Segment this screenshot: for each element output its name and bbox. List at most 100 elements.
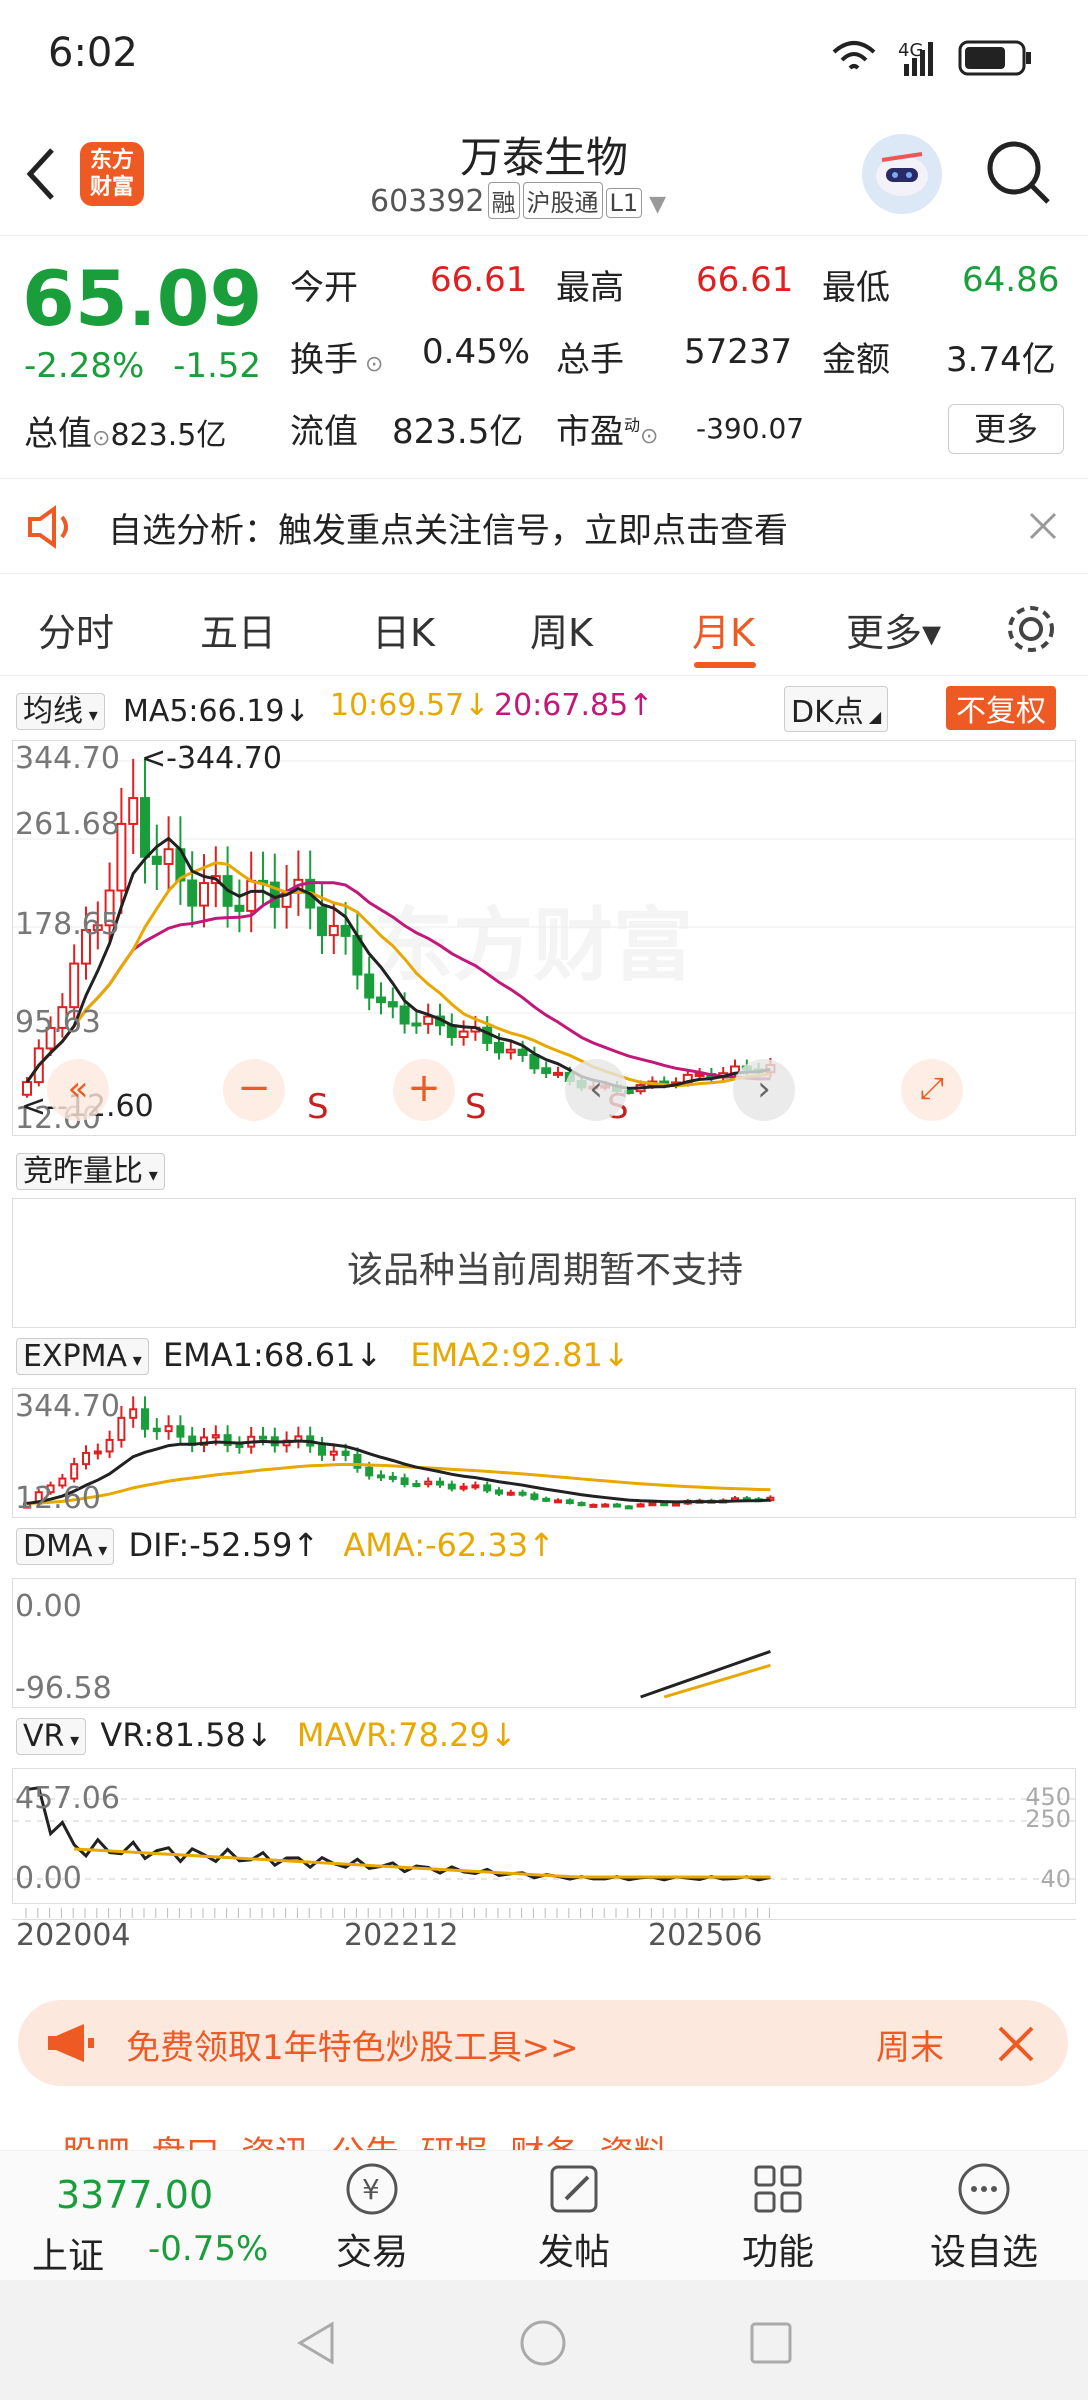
scroll-right-button[interactable]: › xyxy=(733,1059,795,1121)
amount-label: 金额 xyxy=(822,340,890,380)
ma-row: 均线 ▾ MA5:66.19↓ 10:69.57↓ 20:67.85↑ DK点 … xyxy=(16,686,1076,734)
scroll-left-button[interactable]: ‹ xyxy=(565,1059,627,1121)
auction-select[interactable]: 竞昨量比 ▾ xyxy=(16,1153,165,1190)
candle-body xyxy=(341,1450,350,1456)
expma-y-max: 344.70 xyxy=(15,1389,120,1424)
candle-body xyxy=(364,973,375,999)
scroll-left-fast-button[interactable]: « xyxy=(47,1059,109,1121)
candle-body xyxy=(340,924,351,937)
tab-monthly-k[interactable]: 月K xyxy=(692,602,755,657)
candle-body xyxy=(259,1435,267,1440)
notice-text: 自选分析：触发重点关注信号，立即点击查看 xyxy=(108,511,788,551)
vr-svg xyxy=(13,1786,1077,1882)
tag-level: L1 xyxy=(605,188,643,218)
candle-body xyxy=(318,1444,326,1456)
fullscreen-button[interactable]: ⤢ xyxy=(901,1059,963,1121)
wifi-icon xyxy=(832,41,876,70)
ema1-value: EMA1:68.61↓ xyxy=(162,1336,383,1374)
time-axis-ticks xyxy=(12,1904,1076,1920)
tab-daily-k[interactable]: 日K xyxy=(372,602,435,657)
more-button[interactable]: 更多 xyxy=(948,404,1064,454)
candle-body xyxy=(129,1408,138,1419)
ma-select[interactable]: 均线 ▾ xyxy=(16,693,105,730)
dma-y-max: 0.00 xyxy=(15,1589,82,1624)
candle-body xyxy=(388,1475,397,1480)
candle-body xyxy=(541,1067,552,1074)
add-watchlist-button[interactable]: 设自选 xyxy=(914,2159,1054,2275)
turnover-label: 换手 ⊙ xyxy=(290,340,384,380)
trade-button[interactable]: ¥ 交易 xyxy=(322,2159,422,2275)
y-label-2: 261.68 xyxy=(15,807,120,842)
amount-value: 3.74亿 xyxy=(946,340,1056,380)
candle-body xyxy=(70,1463,79,1480)
expma-svg xyxy=(23,1396,775,1510)
nav-recents-icon[interactable] xyxy=(746,2318,796,2368)
notice-bar[interactable]: 自选分析：触发重点关注信号，立即点击查看 xyxy=(0,478,1088,574)
gear-icon[interactable] xyxy=(1004,602,1058,656)
max-marker: <-344.70 xyxy=(141,741,282,776)
zoom-out-button[interactable]: − xyxy=(223,1059,285,1121)
candle-body xyxy=(554,1499,562,1504)
volume-label: 总手 xyxy=(556,340,624,380)
stock-code: 603392 xyxy=(370,184,485,219)
candle-body xyxy=(176,1425,185,1438)
price-change: -2.28% -1.52 xyxy=(24,346,261,386)
expma-select[interactable]: EXPMA ▾ xyxy=(16,1338,149,1375)
candle-body xyxy=(589,1503,598,1508)
candle-body xyxy=(317,906,327,937)
promo-banner[interactable]: 免费领取1年特色炒股工具>> 周末 xyxy=(18,2000,1068,2086)
tab-intraday[interactable]: 分时 xyxy=(38,602,114,657)
search-icon[interactable] xyxy=(984,138,1054,208)
promo-right-text: 周末 xyxy=(876,2028,944,2068)
functions-button[interactable]: 功能 xyxy=(728,2159,828,2275)
vr-ref-250: 250 xyxy=(1025,1805,1071,1833)
svg-text:¥: ¥ xyxy=(362,2173,380,2206)
nav-home-icon[interactable] xyxy=(518,2318,568,2368)
y-label-4: 95.63 xyxy=(15,1005,101,1040)
expma-panel: 344.70 12.60 xyxy=(12,1388,1076,1518)
vr-row: VR ▾ VR:81.58↓ MAVR:78.29↓ xyxy=(16,1716,1076,1764)
vr-select[interactable]: VR ▾ xyxy=(16,1718,87,1755)
zoom-in-button[interactable]: + xyxy=(393,1059,455,1121)
index-value[interactable]: 3377.00 xyxy=(56,2173,213,2217)
candle-body xyxy=(235,1443,244,1448)
adjust-button[interactable]: 不复权 xyxy=(946,686,1056,730)
candle-body xyxy=(436,1480,444,1486)
period-tabs: 分时 五日 日K 周K 月K 更多▾ xyxy=(0,580,1088,676)
candle-body xyxy=(82,1451,90,1466)
candle-body xyxy=(672,1502,680,1507)
x-label-end: 202506 xyxy=(648,1918,763,1953)
tab-more[interactable]: 更多▾ xyxy=(846,602,941,657)
y-label-3: 178.65 xyxy=(15,907,120,942)
stock-code-row[interactable]: 603392 融沪股通 L1 ▼ xyxy=(370,182,666,219)
dk-select[interactable]: DK点 ◢ xyxy=(784,686,889,732)
candle-body xyxy=(423,1015,434,1025)
post-button[interactable]: 发帖 xyxy=(524,2159,624,2275)
index-change: -0.75% xyxy=(148,2229,269,2269)
candle-body xyxy=(399,1005,410,1025)
vr-ref-40: 40 xyxy=(1040,1865,1071,1893)
candle-body xyxy=(400,1477,409,1485)
tab-five-day[interactable]: 五日 xyxy=(200,602,276,657)
candle-body xyxy=(211,1434,220,1439)
dma-select[interactable]: DMA ▾ xyxy=(16,1528,115,1565)
close-icon[interactable] xyxy=(1028,511,1058,541)
yuan-icon: ¥ xyxy=(346,2163,398,2215)
index-name: 上证 xyxy=(32,2236,105,2277)
last-price: 65.09 xyxy=(22,254,263,343)
close-icon[interactable] xyxy=(996,2024,1036,2064)
quote-panel: 65.09 -2.28% -1.52 今开 66.61 最高 66.61 最低 … xyxy=(0,236,1088,472)
candle-body xyxy=(387,1001,398,1008)
kline-panel[interactable]: 东方财富 344.70 261.68 178.65 95.63 12.60 <-… xyxy=(12,740,1077,1136)
tab-weekly-k[interactable]: 周K xyxy=(530,602,593,657)
candle-body xyxy=(613,1503,621,1508)
high-label: 最高 xyxy=(556,268,624,308)
assistant-avatar[interactable] xyxy=(862,134,942,214)
candle-body xyxy=(660,1502,669,1507)
nav-back-icon[interactable] xyxy=(292,2318,342,2368)
candle-body xyxy=(471,1484,480,1489)
expma-y-min: 12.60 xyxy=(15,1481,101,1516)
candle-body xyxy=(624,1505,633,1510)
pe-value: -390.07 xyxy=(696,412,805,445)
edit-icon xyxy=(550,2165,598,2213)
